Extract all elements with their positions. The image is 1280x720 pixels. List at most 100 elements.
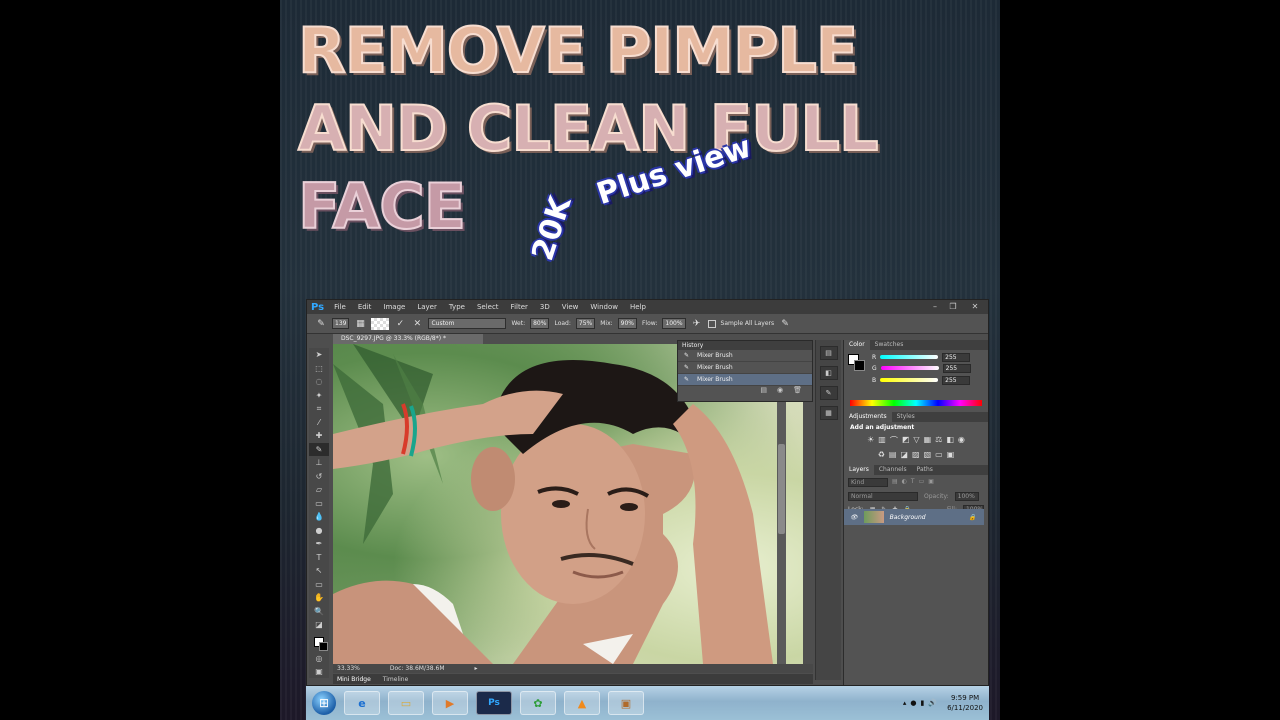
mixer-brush-tool-icon[interactable]: ✎ bbox=[315, 318, 327, 330]
close-icon[interactable]: ✕ bbox=[968, 301, 982, 312]
filter-smart-icon[interactable]: ▣ bbox=[928, 478, 934, 487]
history-dock-icon[interactable]: ▤ bbox=[819, 346, 838, 360]
trash-icon[interactable]: 🗑 bbox=[793, 386, 802, 394]
volume-icon[interactable]: 🔊 bbox=[928, 699, 937, 707]
tab-swatches[interactable]: Swatches bbox=[870, 340, 909, 350]
current-brush-swatch[interactable] bbox=[371, 317, 390, 330]
filter-type-icon[interactable]: T bbox=[911, 478, 915, 487]
vibrance-icon[interactable]: ▽ bbox=[913, 435, 919, 446]
selective-color-icon[interactable]: ▣ bbox=[947, 450, 955, 459]
color-swatches-icon[interactable] bbox=[309, 632, 329, 652]
blur-tool-icon[interactable]: 💧 bbox=[309, 510, 329, 524]
color-spectrum-bar[interactable] bbox=[850, 400, 982, 406]
tab-color[interactable]: Color bbox=[844, 340, 870, 350]
path-select-tool-icon[interactable]: ↖ bbox=[309, 564, 329, 578]
g-value-field[interactable]: 255 bbox=[942, 363, 971, 373]
tray-app-icon[interactable]: ● bbox=[910, 699, 916, 707]
invert-icon[interactable]: ◪ bbox=[900, 450, 908, 459]
channel-mixer-icon[interactable]: ♻ bbox=[878, 450, 885, 459]
restore-icon[interactable]: ❐ bbox=[946, 301, 960, 312]
clean-brush-icon[interactable]: ✕ bbox=[411, 318, 423, 330]
g-slider[interactable] bbox=[880, 366, 939, 370]
curves-icon[interactable]: ⌒ bbox=[890, 435, 898, 446]
wet-field[interactable]: 80% bbox=[530, 318, 550, 329]
document-tab[interactable]: DSC_9297.JPG @ 33.3% (RGB/8*) * bbox=[333, 334, 483, 344]
minimize-icon[interactable]: – bbox=[928, 301, 942, 312]
pen-tool-icon[interactable]: ✒ bbox=[309, 537, 329, 551]
status-arrow-icon[interactable]: ▸ bbox=[475, 665, 478, 672]
menu-select[interactable]: Select bbox=[477, 303, 499, 311]
brush-size-field[interactable]: 139 bbox=[332, 318, 350, 329]
properties-dock-icon[interactable]: ◧ bbox=[819, 366, 838, 380]
dodge-tool-icon[interactable]: ● bbox=[309, 524, 329, 538]
marquee-tool-icon[interactable]: ⬚ bbox=[309, 362, 329, 376]
snapshot-icon[interactable]: ◉ bbox=[777, 386, 783, 394]
quick-select-tool-icon[interactable]: ✦ bbox=[309, 389, 329, 403]
sample-all-layers-checkbox[interactable] bbox=[707, 319, 716, 328]
internet-explorer-icon[interactable]: e bbox=[344, 691, 380, 715]
layer-row-background[interactable]: 👁 Background 🔒 bbox=[844, 509, 984, 525]
new-document-icon[interactable]: ▤ bbox=[760, 386, 767, 394]
tab-paths[interactable]: Paths bbox=[912, 465, 938, 475]
green-app-icon[interactable]: ✿ bbox=[520, 691, 556, 715]
black-white-icon[interactable]: ◧ bbox=[946, 435, 954, 446]
eyedropper-tool-icon[interactable]: ⁄ bbox=[309, 416, 329, 430]
tab-layers[interactable]: Layers bbox=[844, 465, 874, 475]
tab-adjustments[interactable]: Adjustments bbox=[844, 412, 892, 422]
history-brush-tool-icon[interactable]: ↺ bbox=[309, 470, 329, 484]
opacity-field[interactable]: 100% bbox=[954, 492, 979, 501]
filter-adjust-icon[interactable]: ◐ bbox=[902, 478, 907, 487]
airbrush-icon[interactable]: ✈ bbox=[691, 318, 703, 330]
photo-filter-icon[interactable]: ◉ bbox=[958, 435, 965, 446]
kind-filter-select[interactable]: Kind bbox=[848, 478, 888, 487]
threshold-icon[interactable]: ▧ bbox=[924, 450, 932, 459]
zoom-level[interactable]: 33.33% bbox=[337, 665, 360, 672]
media-player-icon[interactable]: ▶ bbox=[432, 691, 468, 715]
color-lookup-icon[interactable]: ▤ bbox=[889, 450, 897, 459]
levels-icon[interactable]: ▥ bbox=[878, 435, 886, 446]
menu-window[interactable]: Window bbox=[590, 303, 618, 311]
zoom-tool-icon[interactable]: 🔍 bbox=[309, 605, 329, 619]
history-item[interactable]: ✎ Mixer Brush bbox=[678, 362, 812, 374]
shape-tool-icon[interactable]: ▭ bbox=[309, 578, 329, 592]
crop-tool-icon[interactable]: ⌗ bbox=[309, 402, 329, 416]
file-explorer-icon[interactable]: ▭ bbox=[388, 691, 424, 715]
brush-presets-dock-icon[interactable]: ▦ bbox=[819, 406, 838, 420]
eraser-tool-icon[interactable]: ▱ bbox=[309, 483, 329, 497]
type-tool-icon[interactable]: T bbox=[309, 551, 329, 565]
color-balance-icon[interactable]: ⚖ bbox=[935, 435, 942, 446]
blend-preset-select[interactable]: Custom bbox=[428, 318, 507, 329]
menu-view[interactable]: View bbox=[562, 303, 579, 311]
clock[interactable]: 9:59 PM 6/11/2020 bbox=[947, 693, 983, 713]
tab-timeline[interactable]: Timeline bbox=[383, 676, 409, 683]
filter-shape-icon[interactable]: ▭ bbox=[919, 478, 925, 487]
menu-image[interactable]: Image bbox=[383, 303, 405, 311]
b-value-field[interactable]: 255 bbox=[942, 375, 971, 385]
photoshop-taskbar-icon[interactable]: Ps bbox=[476, 691, 512, 715]
menu-filter[interactable]: Filter bbox=[511, 303, 528, 311]
history-item-selected[interactable]: ✎ Mixer Brush bbox=[678, 374, 812, 386]
gradient-tool-icon[interactable]: ▭ bbox=[309, 497, 329, 511]
visibility-eye-icon[interactable]: 👁 bbox=[850, 514, 858, 521]
menu-edit[interactable]: Edit bbox=[358, 303, 372, 311]
menu-layer[interactable]: Layer bbox=[417, 303, 437, 311]
r-slider[interactable] bbox=[880, 355, 939, 359]
lasso-tool-icon[interactable]: ◌ bbox=[309, 375, 329, 389]
video-app-icon[interactable]: ▣ bbox=[608, 691, 644, 715]
brush-panel-icon[interactable]: ▦ bbox=[354, 318, 366, 330]
tab-styles[interactable]: Styles bbox=[892, 412, 920, 422]
brightness-icon[interactable]: ☀ bbox=[867, 435, 874, 446]
mix-field[interactable]: 90% bbox=[617, 318, 637, 329]
history-tab[interactable]: History bbox=[682, 342, 703, 349]
start-button-icon[interactable]: ⊞ bbox=[312, 691, 336, 715]
brush-dock-icon[interactable]: ✎ bbox=[819, 386, 838, 400]
menu-help[interactable]: Help bbox=[630, 303, 646, 311]
pressure-icon[interactable]: ✎ bbox=[779, 318, 791, 330]
menu-file[interactable]: File bbox=[334, 303, 346, 311]
stamp-tool-icon[interactable]: ⊥ bbox=[309, 456, 329, 470]
load-brush-icon[interactable]: ✓ bbox=[394, 318, 406, 330]
vlc-icon[interactable]: ▲ bbox=[564, 691, 600, 715]
menu-type[interactable]: Type bbox=[449, 303, 465, 311]
gradient-map-icon[interactable]: ▭ bbox=[935, 450, 943, 459]
blend-mode-select[interactable]: Normal bbox=[848, 492, 918, 501]
